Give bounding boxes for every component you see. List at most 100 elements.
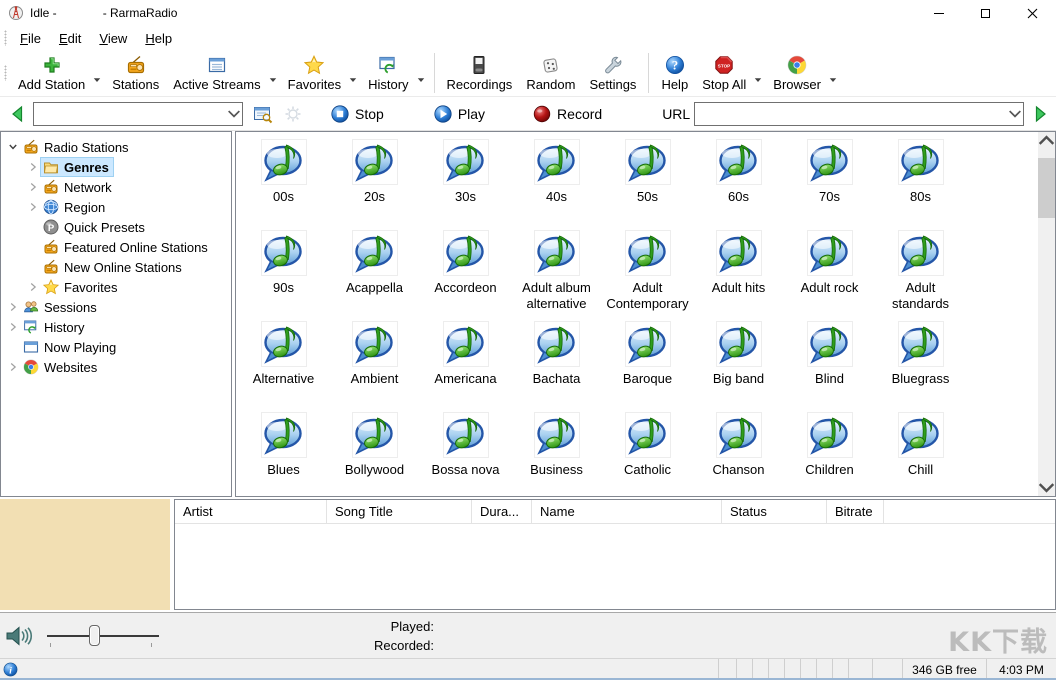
toolbar-button-stop-all[interactable]: STOPStop All	[695, 52, 753, 95]
toolbar-button-help[interactable]: ?Help	[654, 52, 695, 95]
genre-item-adult-standards[interactable]: Adult standards	[875, 230, 966, 321]
toolbar-button-stations[interactable]: Stations	[105, 52, 166, 95]
genre-item-20s[interactable]: 20s	[329, 139, 420, 230]
dropdown-arrow-icon[interactable]	[348, 77, 358, 83]
station-combo[interactable]	[33, 102, 243, 126]
record-button[interactable]: Record	[533, 105, 602, 123]
sidebar-item-now-playing[interactable]: Now Playing	[1, 337, 231, 357]
genre-item-bluegrass[interactable]: Bluegrass	[875, 321, 966, 412]
menu-file[interactable]: File	[11, 28, 50, 49]
close-button[interactable]	[1009, 0, 1056, 26]
chevron-right-icon[interactable]	[25, 182, 41, 192]
toolbar-button-favorites[interactable]: Favorites	[281, 52, 348, 95]
genre-item-children[interactable]: Children	[784, 412, 875, 496]
menu-view[interactable]: View	[90, 28, 136, 49]
chevron-down-icon[interactable]	[5, 142, 21, 152]
genre-item-30s[interactable]: 30s	[420, 139, 511, 230]
sidebar-item-radio-stations[interactable]: Radio Stations	[1, 137, 231, 157]
genre-item-big-band[interactable]: Big band	[693, 321, 784, 412]
toolbar-button-recordings[interactable]: Recordings	[440, 52, 520, 95]
genre-item-business[interactable]: Business	[511, 412, 602, 496]
volume-track[interactable]	[47, 635, 159, 637]
sidebar-item-favorites[interactable]: Favorites	[1, 277, 231, 297]
toolbar-button-add-station[interactable]: Add Station	[11, 52, 92, 95]
toolbar-button-random[interactable]: Random	[519, 52, 582, 95]
tuner-button[interactable]	[283, 104, 303, 124]
genre-item-60s[interactable]: 60s	[693, 139, 784, 230]
play-button[interactable]: Play	[434, 105, 485, 123]
genre-item-70s[interactable]: 70s	[784, 139, 875, 230]
genre-item-adult-hits[interactable]: Adult hits	[693, 230, 784, 321]
volume-thumb[interactable]	[89, 625, 100, 646]
url-combo[interactable]	[694, 102, 1024, 126]
menu-help[interactable]: Help	[136, 28, 181, 49]
genre-item-40s[interactable]: 40s	[511, 139, 602, 230]
chevron-right-icon[interactable]	[5, 322, 21, 332]
genre-item-accordeon[interactable]: Accordeon	[420, 230, 511, 321]
genre-item-adult-rock[interactable]: Adult rock	[784, 230, 875, 321]
chevron-right-icon[interactable]	[25, 202, 41, 212]
sidebar-item-history[interactable]: History	[1, 317, 231, 337]
genre-item-blind[interactable]: Blind	[784, 321, 875, 412]
dropdown-arrow-icon[interactable]	[828, 77, 838, 83]
scroll-down-button[interactable]	[1038, 479, 1055, 496]
stop-button[interactable]: Stop	[331, 105, 384, 123]
scrollbar-thumb[interactable]	[1038, 158, 1055, 218]
genre-item-acappella[interactable]: Acappella	[329, 230, 420, 321]
genre-item-90s[interactable]: 90s	[238, 230, 329, 321]
maximize-button[interactable]	[962, 0, 1009, 26]
scroll-up-button[interactable]	[1038, 132, 1055, 149]
menu-edit[interactable]: Edit	[50, 28, 90, 49]
genre-item-00s[interactable]: 00s	[238, 139, 329, 230]
genre-item-alternative[interactable]: Alternative	[238, 321, 329, 412]
chevron-right-icon[interactable]	[25, 282, 41, 292]
url-input[interactable]	[695, 103, 1007, 125]
sidebar-item-websites[interactable]: Websites	[1, 357, 231, 377]
chevron-right-icon[interactable]	[5, 302, 21, 312]
column-header-name[interactable]: Name	[532, 500, 722, 523]
genre-item-chill[interactable]: Chill	[875, 412, 966, 496]
toolbar-button-settings[interactable]: Settings	[582, 52, 643, 95]
sidebar-item-new-online-stations[interactable]: New Online Stations	[1, 257, 231, 277]
back-button[interactable]	[10, 105, 24, 123]
dropdown-arrow-icon[interactable]	[268, 77, 278, 83]
toolbar-button-active-streams[interactable]: Active Streams	[166, 52, 267, 95]
genre-item-blues[interactable]: Blues	[238, 412, 329, 496]
toolbar-button-browser[interactable]: Browser	[766, 52, 828, 95]
genre-item-adult-contemporary[interactable]: Adult Contemporary	[602, 230, 693, 321]
sidebar-item-quick-presets[interactable]: PQuick Presets	[1, 217, 231, 237]
sidebar-item-region[interactable]: Region	[1, 197, 231, 217]
genre-item-ambient[interactable]: Ambient	[329, 321, 420, 412]
genre-item-bachata[interactable]: Bachata	[511, 321, 602, 412]
chevron-right-icon[interactable]	[25, 162, 41, 172]
genre-item-americana[interactable]: Americana	[420, 321, 511, 412]
dropdown-arrow-icon[interactable]	[92, 77, 102, 83]
column-header-artist[interactable]: Artist	[175, 500, 327, 523]
genre-item-adult-album-alternative[interactable]: Adult album alternative	[511, 230, 602, 321]
genre-item-bossa-nova[interactable]: Bossa nova	[420, 412, 511, 496]
sidebar-item-network[interactable]: Network	[1, 177, 231, 197]
genre-item-80s[interactable]: 80s	[875, 139, 966, 230]
sidebar-item-genres[interactable]: Genres	[1, 157, 231, 177]
chevron-down-icon[interactable]	[1007, 110, 1023, 118]
go-button[interactable]	[1034, 105, 1048, 123]
genre-item-50s[interactable]: 50s	[602, 139, 693, 230]
toolbar-button-history[interactable]: History	[361, 52, 415, 95]
column-header-dura[interactable]: Dura...	[472, 500, 532, 523]
genre-item-bollywood[interactable]: Bollywood	[329, 412, 420, 496]
minimize-button[interactable]	[915, 0, 962, 26]
vertical-scrollbar[interactable]	[1038, 132, 1055, 496]
dropdown-arrow-icon[interactable]	[753, 77, 763, 83]
genre-item-chanson[interactable]: Chanson	[693, 412, 784, 496]
column-header-bitrate[interactable]: Bitrate	[827, 500, 884, 523]
genre-item-baroque[interactable]: Baroque	[602, 321, 693, 412]
chevron-right-icon[interactable]	[5, 362, 21, 372]
dropdown-arrow-icon[interactable]	[416, 77, 426, 83]
station-combo-input[interactable]	[34, 103, 226, 125]
station-details-button[interactable]	[253, 104, 273, 124]
sidebar-item-sessions[interactable]: Sessions	[1, 297, 231, 317]
chevron-down-icon[interactable]	[226, 110, 242, 118]
column-header-status[interactable]: Status	[722, 500, 827, 523]
column-header-song-title[interactable]: Song Title	[327, 500, 472, 523]
volume-slider[interactable]	[47, 623, 159, 649]
